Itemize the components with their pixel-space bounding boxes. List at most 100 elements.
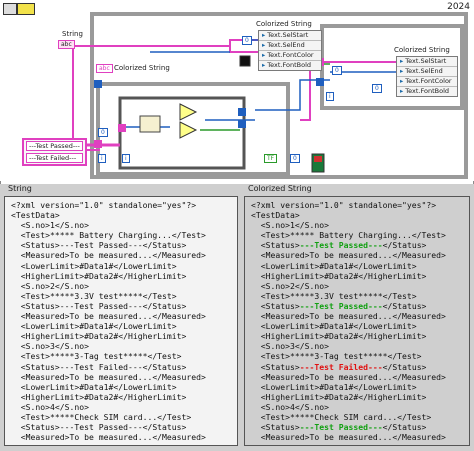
colorized-line: <Status>---Test Passed---</Status> — [251, 240, 463, 250]
prop-node-2-item-3: Text.FontColor — [405, 77, 452, 85]
colorized-line-text: <Test>*****3-Tag test*****</Test> — [251, 351, 422, 362]
string-pane: String <?xml version="1.0" standalone="y… — [4, 184, 238, 446]
loop-index-1: i — [98, 154, 106, 163]
numeric-constant-3[interactable]: 0 — [332, 66, 342, 75]
colorized-line-text: <Status> — [251, 240, 300, 251]
colorized-line: <HigherLimit>#Data2#</HigherLimit> — [251, 271, 463, 281]
tunnel-4 — [238, 108, 246, 116]
prop-node-2-row[interactable]: ▸ Text.SelStart — [397, 57, 457, 66]
colorized-line: <S.no>4</S.no> — [251, 402, 463, 412]
tunnel-7 — [316, 78, 324, 86]
colorized-line-text: <Measured>To be measured...</Measured> — [251, 311, 446, 322]
block-diagram: 2024 String abc Colorized String Coloriz… — [0, 0, 474, 181]
string-line: <Status>---Test Failed---</Status> — [11, 361, 187, 372]
test-status-array-constant[interactable]: ---Test Passed--- ---Test Failed--- — [22, 138, 87, 166]
tunnel-1 — [94, 80, 102, 88]
string-control-terminal[interactable]: abc — [58, 40, 75, 49]
colorized-line-text: <S.no>3</S.no> — [251, 341, 329, 352]
colorized-string-label-2: Colorized String — [114, 64, 170, 72]
test-failed-highlight: ---Test Failed--- — [299, 361, 383, 372]
color-constant — [239, 55, 251, 67]
prop-node-2-item-2: Text.SelEnd — [405, 67, 443, 75]
numeric-constant-2[interactable]: 0 — [242, 36, 252, 45]
colorized-string-label-3: Colorized String — [394, 46, 450, 54]
colorized-line: <LowerLimit>#Data1#</LowerLimit> — [251, 321, 463, 331]
colorized-line-tail: </Status> — [382, 361, 427, 372]
test-passed-highlight: ---Test Passed--- — [299, 300, 383, 311]
string-pane-title: String — [8, 184, 32, 193]
colorized-line: <Status>---Test Passed---</Status> — [251, 301, 463, 311]
colorized-line: <HigherLimit>#Data2#</HigherLimit> — [251, 331, 463, 341]
string-line: <Measured>To be measured...</Measured> — [11, 250, 206, 261]
property-node-1[interactable]: ▸ Text.SelStart ▸ Text.SelEnd ▸ Text.FontCo… — [258, 30, 322, 71]
string-line: <S.no>1</S.no> — [11, 220, 89, 231]
numeric-constant-4[interactable]: 0 — [290, 154, 300, 163]
colorized-line: <TestData> — [251, 210, 463, 220]
string-wire-2 — [72, 46, 100, 151]
string-line: <S.no>3</S.no> — [11, 341, 89, 352]
colorized-line-text: <Test>*****Check SIM card...</Test> — [251, 411, 432, 422]
prop-node-1-row[interactable]: ▸ Text.FontColor — [259, 50, 321, 60]
test-failed-constant[interactable]: ---Test Failed--- — [26, 153, 83, 163]
colorized-line: <Measured>To be measured...</Measured> — [251, 311, 463, 321]
prop-node-2-row[interactable]: ▸ Text.FontBold — [397, 86, 457, 96]
prop-node-1-row[interactable]: ▸ Text.SelStart — [259, 31, 321, 40]
prop-node-1-item-3: Text.FontColor — [267, 51, 314, 59]
colorized-line-text: <HigherLimit>#Data2#</HigherLimit> — [251, 270, 427, 281]
colorized-string-label-1: Colorized String — [256, 20, 312, 28]
string-indicator[interactable]: <?xml version="1.0" standalone="yes"?> <T… — [4, 196, 238, 446]
colorized-line: <Status>---Test Passed---</Status> — [251, 422, 463, 432]
colorized-line-text: <LowerLimit>#Data1#</LowerLimit> — [251, 381, 417, 392]
string-line: <LowerLimit>#Data1#</LowerLimit> — [11, 321, 177, 332]
colorized-line: <S.no>1</S.no> — [251, 220, 463, 230]
colorized-line: <S.no>3</S.no> — [251, 341, 463, 351]
colorized-line: <Measured>To be measured...</Measured> — [251, 372, 463, 382]
string-line: <S.no>2</S.no> — [11, 280, 89, 291]
numeric-constant-1[interactable]: 0 — [98, 128, 108, 137]
test-passed-constant[interactable]: ---Test Passed--- — [26, 141, 83, 151]
string-line: <Test>*****3-Tag test*****</Test> — [11, 351, 182, 362]
colorized-line-text: <Status> — [251, 361, 300, 372]
string-line: <Status>---Test Passed---</Status> — [11, 300, 187, 311]
string-line: <S.no>4</S.no> — [11, 401, 89, 412]
test-passed-highlight: ---Test Passed--- — [299, 422, 383, 433]
string-line: <HigherLimit>#Data2#</HigherLimit> — [11, 331, 187, 342]
prop-node-2-item-4: Text.FontBold — [405, 87, 449, 95]
string-line: <LowerLimit>#Data1#</LowerLimit> — [11, 381, 177, 392]
property-node-2[interactable]: ▸ Text.SelStart ▸ Text.SelEnd ▸ Text.FontCo… — [396, 56, 458, 97]
string-line: <TestData> — [11, 210, 60, 221]
string-line: <Measured>To be measured...</Measured> — [11, 311, 206, 322]
prop-node-2-row[interactable]: ▸ Text.FontColor — [397, 76, 457, 86]
colorized-line-text: <Status> — [251, 300, 300, 311]
colorized-line: <Test>***** Battery Charging...</Test> — [251, 230, 463, 240]
prop-node-1-item-4: Text.FontBold — [267, 61, 311, 69]
colorized-line-text: <Test>***** Battery Charging...</Test> — [251, 230, 446, 241]
boolean-indicator-top — [314, 156, 322, 162]
compare-node — [179, 103, 198, 121]
colorized-line: <S.no>2</S.no> — [251, 281, 463, 291]
string-line: <LowerLimit>#Data1#</LowerLimit> — [11, 260, 177, 271]
string-constant[interactable]: abc — [96, 64, 113, 73]
numeric-constant-5[interactable]: 0 — [372, 84, 382, 93]
bool-constant[interactable]: TF — [264, 154, 278, 163]
string-line: <Measured>To be measured...</Measured> — [11, 432, 206, 442]
string-line: <?xml version="1.0" standalone="yes"?> — [11, 200, 197, 210]
colorized-line-text: <LowerLimit>#Data1#</LowerLimit> — [251, 321, 417, 332]
colorized-line-text: <HigherLimit>#Data2#</HigherLimit> — [251, 331, 427, 342]
colorized-line: <?xml version="1.0" standalone="yes"?> — [251, 200, 463, 210]
colorized-string-pane: Colorized String <?xml version="1.0" sta… — [244, 184, 470, 446]
colorized-string-indicator[interactable]: <?xml version="1.0" standalone="yes"?> <T… — [244, 196, 470, 446]
loop-index-3: i — [326, 92, 334, 101]
colorized-line-text: <S.no>4</S.no> — [251, 401, 329, 412]
colorized-line: <Measured>To be measured...</Measured> — [251, 432, 463, 442]
prop-node-1-row[interactable]: ▸ Text.SelEnd — [259, 40, 321, 50]
loop-index-2: i — [122, 154, 130, 163]
colorized-line: <HigherLimit>#Data2#</HigherLimit> — [251, 392, 463, 402]
prop-node-1-row[interactable]: ▸ Text.FontBold — [259, 60, 321, 70]
string-line: <Test>*****3.3V test*****</Test> — [11, 290, 177, 301]
colorized-line-text: <HigherLimit>#Data2#</HigherLimit> — [251, 391, 427, 402]
front-panel: String <?xml version="1.0" standalone="y… — [0, 184, 474, 451]
prop-node-2-row[interactable]: ▸ Text.SelEnd — [397, 66, 457, 76]
string-line: <HigherLimit>#Data2#</HigherLimit> — [11, 391, 187, 402]
colorized-line: <Test>*****3.3V test*****</Test> — [251, 291, 463, 301]
